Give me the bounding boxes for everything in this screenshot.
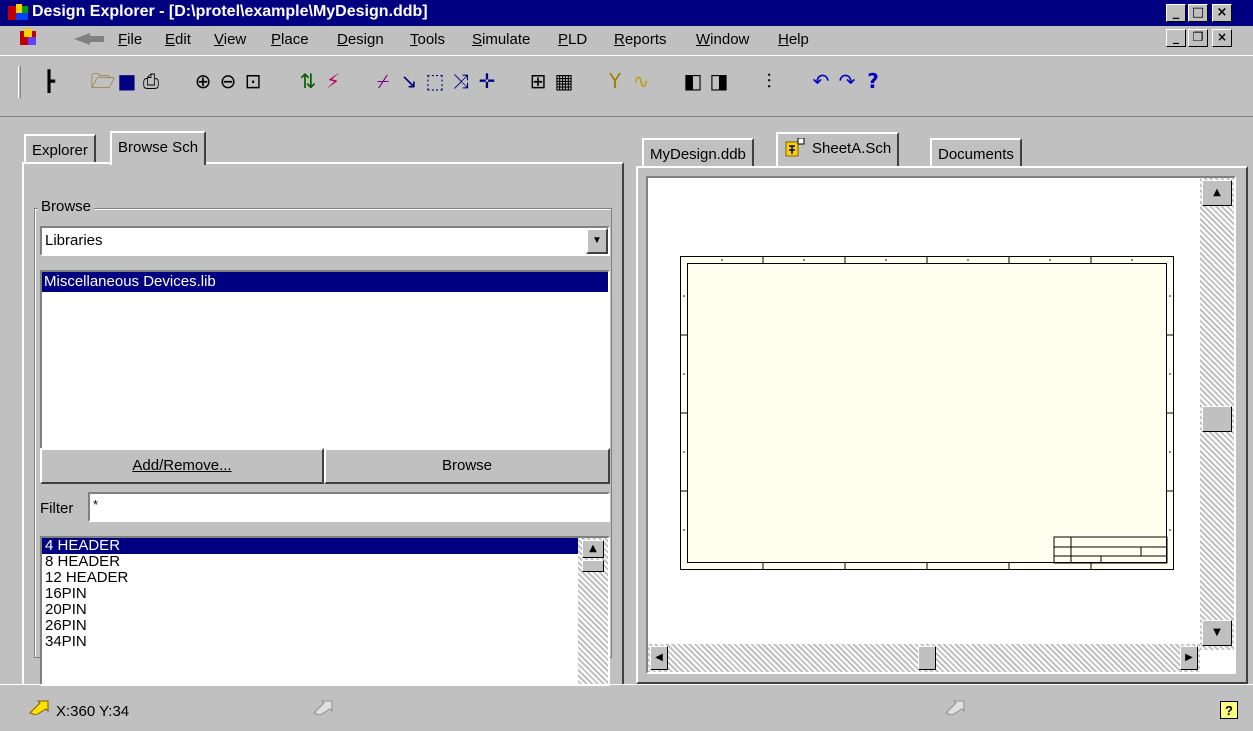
browse-type-value: Libraries (45, 232, 103, 249)
dropdown-arrow-icon[interactable]: ▼ (586, 228, 608, 254)
mdi-restore-button[interactable]: ❐ (1188, 29, 1208, 47)
component-list-scroll-thumb[interactable] (582, 560, 604, 572)
right-panel: MyDesign.ddb SheetA.Sch Documents ▲ ▼ ◀ … (636, 124, 1248, 684)
tab-browse-sch[interactable]: Browse Sch (110, 131, 207, 165)
menu-reports[interactable]: Reports (614, 31, 667, 48)
library-icon[interactable]: ◧ (680, 68, 706, 94)
menu-bar: File Edit View Place Design Tools Simula… (0, 26, 1253, 54)
help-status-icon[interactable]: ? (1220, 701, 1238, 719)
toolbar-grip (18, 66, 21, 98)
document-frame: ▲ ▼ ◀ ▶ (636, 166, 1248, 684)
scroll-down-arrow-icon[interactable]: ▼ (1202, 620, 1232, 646)
zoom-in-icon[interactable]: ⊕ (190, 68, 216, 94)
library2-icon[interactable]: ◨ (706, 68, 732, 94)
table-icon[interactable]: ▦ (551, 68, 577, 94)
open-icon[interactable]: 🗁 (90, 68, 116, 94)
menu-window[interactable]: Window (696, 31, 749, 48)
canvas-vertical-scroll-thumb[interactable] (1202, 406, 1232, 432)
schematic-sheet (680, 256, 1174, 570)
app-icon (8, 4, 28, 20)
zoom-out-icon[interactable]: ⊖ (215, 68, 241, 94)
menu-design[interactable]: Design (337, 31, 384, 48)
status-arrow-icon (945, 700, 965, 715)
add-remove-label: Add/Remove... (132, 457, 232, 474)
probe-icon[interactable]: Y (602, 68, 628, 94)
add-remove-button[interactable]: Add/Remove... (40, 448, 324, 484)
canvas-horizontal-scroll-thumb[interactable] (918, 646, 936, 670)
select-icon[interactable]: ⬚ (422, 68, 448, 94)
menu-file[interactable]: File (118, 31, 142, 48)
minimize-button[interactable]: _ (1166, 4, 1186, 22)
component-list-item[interactable]: 8 HEADER (42, 554, 582, 570)
tab-documents[interactable]: Documents (930, 138, 1022, 166)
browse-group-label: Browse (38, 198, 95, 215)
mdi-minimize-button[interactable]: _ (1166, 29, 1186, 47)
menu-pld[interactable]: PLD (558, 31, 587, 48)
menu-view[interactable]: View (214, 31, 246, 48)
browse-sch-page: Browse Libraries ▼ Miscellaneous Devices… (22, 162, 624, 686)
menu-place[interactable]: Place (271, 31, 309, 48)
component-list: 4 HEADER 8 HEADER 12 HEADER 16PIN 20PIN … (40, 536, 610, 686)
updown-icon[interactable]: ⇅ (295, 68, 321, 94)
tab-explorer[interactable]: Explorer (24, 134, 96, 162)
tab-sheeta-sch[interactable]: SheetA.Sch (776, 132, 900, 166)
component-list-item[interactable]: 20PIN (42, 602, 582, 618)
sheet-ticks (681, 257, 1173, 569)
filter-value: * (93, 497, 99, 512)
wand-icon[interactable]: ⚡ (320, 68, 346, 94)
filter-input[interactable]: * (88, 492, 610, 522)
scroll-up-arrow-icon[interactable]: ▲ (582, 540, 604, 558)
browse-type-select[interactable]: Libraries ▼ (40, 226, 610, 256)
scroll-left-arrow-icon[interactable]: ◀ (650, 646, 668, 670)
document-icon[interactable] (18, 29, 38, 47)
close-button[interactable]: × (1212, 4, 1232, 22)
redo-icon[interactable]: ↷ (834, 68, 860, 94)
library-list-item[interactable]: Miscellaneous Devices.lib (42, 272, 608, 292)
tab-mydesign-ddb[interactable]: MyDesign.ddb (642, 138, 754, 166)
component-list-item[interactable]: 16PIN (42, 586, 582, 602)
schematic-icon (785, 138, 805, 157)
left-panel: Explorer Browse Sch Browse Libraries ▼ M… (18, 124, 628, 686)
mdi-close-button[interactable]: × (1212, 29, 1232, 47)
help-icon[interactable]: ? (860, 68, 886, 94)
cursor-arrow-icon (29, 700, 49, 715)
component-list-item[interactable]: 12 HEADER (42, 570, 582, 586)
line-icon[interactable]: ↘ (396, 68, 422, 94)
print-icon[interactable]: ⎙ (138, 68, 164, 94)
menu-help[interactable]: Help (778, 31, 809, 48)
menu-edit[interactable]: Edit (165, 31, 191, 48)
component-icon[interactable]: ⊞ (525, 68, 551, 94)
component-list-item[interactable]: 34PIN (42, 634, 582, 650)
title-bar: Design Explorer - [D:\protel\example\MyD… (0, 0, 1253, 26)
save-icon[interactable]: ■ (114, 68, 140, 94)
coordinates-readout: X:360 Y:34 (56, 703, 130, 720)
component-list-item[interactable]: 4 HEADER (42, 538, 582, 554)
scroll-up-arrow-icon[interactable]: ▲ (1202, 180, 1232, 206)
move-icon[interactable]: ✛ (474, 68, 500, 94)
zoom-fit-icon[interactable]: ⊡ (240, 68, 266, 94)
component-list-item[interactable]: 26PIN (42, 618, 582, 634)
align-icon[interactable]: ⫶ (756, 68, 782, 94)
waveform-icon[interactable]: ∿ (628, 68, 654, 94)
library-list: Miscellaneous Devices.lib (40, 270, 610, 452)
schematic-canvas: ▲ ▼ ◀ ▶ (646, 176, 1236, 674)
undo-icon[interactable]: ↶ (808, 68, 834, 94)
status-bar: X:360 Y:34 ? (0, 684, 1253, 731)
menu-simulate[interactable]: Simulate (472, 31, 530, 48)
browse-button[interactable]: Browse (324, 448, 610, 484)
deselect-icon[interactable]: ⤨ (448, 68, 474, 94)
wire-icon[interactable]: ⌿ (370, 68, 396, 94)
scroll-right-arrow-icon[interactable]: ▶ (1180, 646, 1198, 670)
tab-sheeta-sch-label: SheetA.Sch (812, 140, 892, 157)
maximize-button[interactable]: □ (1188, 4, 1208, 22)
toolbar: ┣ 🗁 ■ ⎙ ⊕ ⊖ ⊡ ⇅ ⚡ ⌿ ↘ ⬚ ⤨ ✛ ⊞ ▦ Y ∿ ◧ ◨ … (0, 55, 1253, 117)
menu-tools[interactable]: Tools (410, 31, 445, 48)
tree-icon[interactable]: ┣ (36, 68, 62, 94)
status-arrow-icon (313, 700, 333, 715)
window-title: Design Explorer - [D:\protel\example\MyD… (32, 3, 428, 20)
filter-label: Filter (40, 500, 74, 517)
back-arrow-icon[interactable] (72, 30, 106, 48)
browse-button-label: Browse (441, 457, 493, 474)
